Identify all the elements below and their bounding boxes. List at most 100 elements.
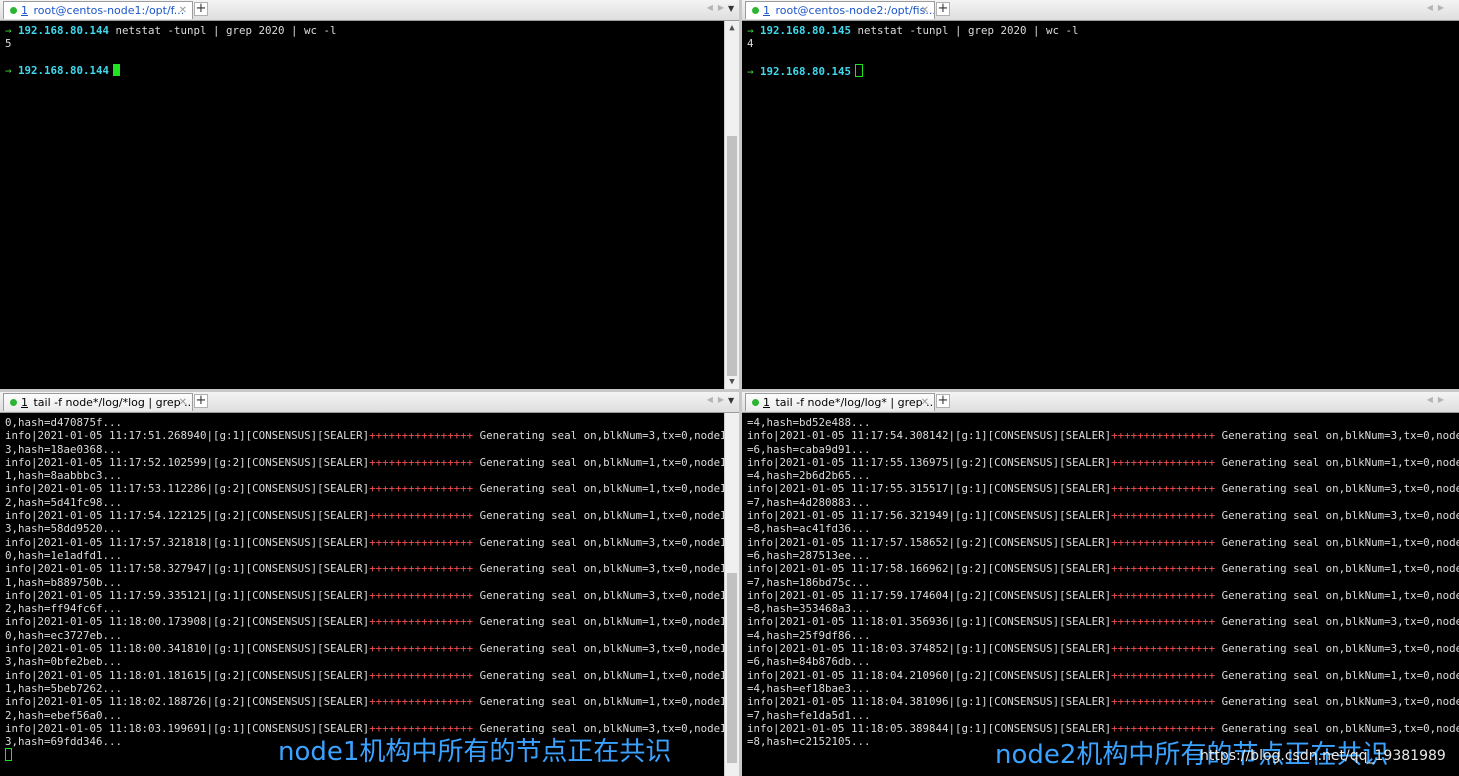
new-tab-button[interactable]: + [194,394,208,408]
log-nodeidx: 8 [753,522,761,536]
log-nodeidx: 1 [5,469,12,483]
log-group: 2 [232,695,240,709]
log-plus-marks: ++++++++++++++++ [369,695,474,709]
log-module: [CONSENSUS][SEALER] [245,455,370,469]
log-hash: 1e1adfd1... [50,548,123,562]
log-message: Generating seal on,blkNum= [1215,695,1391,709]
log-plus-marks: ++++++++++++++++ [369,562,474,576]
vertical-scrollbar[interactable] [724,413,739,776]
log-message: Generating seal on,blkNum= [1215,455,1391,469]
log-group: 1 [974,509,982,523]
scrollbar-thumb[interactable] [727,136,737,376]
terminal-cursor [5,748,12,762]
log-nodeidx: 1 [5,575,12,589]
terminal-output[interactable]: → 192.168.80.144 netstat -tunpl | grep 2… [0,21,739,389]
log-message: Generating seal on,blkNum= [473,721,649,735]
log-line: =8,hash=ac41fd36... [747,522,871,536]
log-plus-marks: ++++++++++++++++ [369,668,474,682]
log-line: info|2021-01-05 11:17:53.112286|[g:2][CO… [5,482,739,495]
tab-scroll-arrows-icon[interactable]: ◀▶ [707,3,729,12]
terminal-output[interactable]: =4,hash=bd52e488... info|2021-01-05 11:17… [742,413,1459,776]
new-tab-button[interactable]: + [936,2,950,16]
log-message: Generating seal on,blkNum= [473,695,649,709]
log-line: =6,hash=caba9d91... [747,442,871,456]
log-hash: 0bfe2beb... [50,655,123,669]
log-module: [CONSENSUS][SEALER] [245,642,370,656]
scrollbar-thumb[interactable] [727,573,737,763]
log-time: 2021-01-05 11:18:04.210960 [779,668,949,682]
log-line: info|2021-01-05 11:17:52.102599|[g:2][CO… [5,456,739,469]
log-plus-marks: ++++++++++++++++ [1111,482,1216,496]
command-output [5,51,12,64]
log-hash: fe1da5d1... [799,708,871,722]
log-hash: ebef56a0... [50,708,123,722]
log-time: 2021-01-05 11:17:59.174604 [779,588,949,602]
log-line: 2,hash=ff94fc6f... [5,602,123,616]
prompt-arrow-icon: → [5,24,19,37]
log-hash: b889750b... [50,575,123,589]
close-tab-icon[interactable]: ✕ [179,2,187,19]
log-plus-marks: ++++++++++++++++ [1111,588,1216,602]
log-line: info|2021-01-05 11:18:02.188726|[g:2][CO… [5,695,739,708]
tab-scroll-arrows-icon[interactable]: ◀▶ [707,395,729,404]
close-tab-icon[interactable]: ✕ [921,394,929,411]
terminal-line [5,51,337,64]
close-tab-icon[interactable]: ✕ [921,2,929,19]
log-time: 2021-01-05 11:17:53.112286 [37,482,207,496]
tab-scroll-arrows-icon[interactable]: ◀▶ [1427,3,1449,12]
log-nodeidx: 6 [753,548,761,562]
log-message: Generating seal on,blkNum= [473,509,649,523]
log-module: [CONSENSUS][SEALER] [987,562,1112,576]
log-time: 2021-01-05 11:17:59.335121 [37,588,207,602]
command-text: netstat -tunpl | grep 2020 | wc -l [851,24,1079,37]
scroll-up-icon[interactable]: ▲ [725,21,739,35]
pane-menu-icon[interactable]: ▼ [728,396,734,405]
log-line: info|2021-01-05 11:17:57.321818|[g:1][CO… [5,536,739,549]
terminal-pane-node2-log[interactable]: 1 tail -f node*/log/log* | grep ... ✕ + … [742,392,1459,776]
log-level: info [747,429,774,443]
log-plus-marks: ++++++++++++++++ [369,429,474,443]
log-group: 1 [974,642,982,656]
log-group: 1 [232,429,240,443]
pane-menu-icon[interactable]: ▼ [728,4,734,13]
new-tab-button[interactable]: + [194,2,208,16]
log-time: 2021-01-05 11:18:00.173908 [37,615,207,629]
log-line: info|2021-01-05 11:18:01.181615|[g:2][CO… [5,669,739,682]
terminal-pane-node1-log[interactable]: 1 tail -f node*/log/*log | grep ... ✕ + … [0,392,739,776]
vertical-scrollbar[interactable]: ▲ ▼ [724,21,739,389]
log-level: info [5,642,32,656]
log-message: Generating seal on,blkNum= [473,535,649,549]
tab-node1-shell[interactable]: 1 root@centos-node1:/opt/f... ✕ [3,1,193,19]
tab-node1-log[interactable]: 1 tail -f node*/log/*log | grep ... ✕ [3,393,193,411]
terminal-lines: → 192.168.80.145 netstat -tunpl | grep 2… [747,24,1079,78]
log-nodeidx: 1 [5,681,12,695]
terminal-lines: =4,hash=bd52e488... info|2021-01-05 11:17… [747,416,1459,748]
log-message: Generating seal on,blkNum= [473,455,649,469]
log-group: 1 [974,482,982,496]
tab-node2-log[interactable]: 1 tail -f node*/log/log* | grep ... ✕ [745,393,935,411]
log-nodeidx: 3 [5,735,12,749]
log-tx: ,tx=0,nodeIdx [1397,509,1459,523]
terminal-cursor [855,63,864,77]
log-group: 1 [232,588,240,602]
log-group: 1 [232,562,240,576]
log-module: [CONSENSUS][SEALER] [987,588,1112,602]
terminal-output[interactable]: → 192.168.80.145 netstat -tunpl | grep 2… [742,21,1459,389]
terminal-output[interactable]: 0,hash=d470875f... info|2021-01-05 11:17:… [0,413,739,776]
close-tab-icon[interactable]: ✕ [179,394,187,411]
terminal-pane-node1-shell[interactable]: 1 root@centos-node1:/opt/f... ✕ + ◀▶ → 1… [0,0,739,389]
log-plus-marks: ++++++++++++++++ [1111,668,1216,682]
log-nodeidx: 0 [5,628,12,642]
terminal-pane-node2-shell[interactable]: 1 root@centos-node2:/opt/fis... ✕ + ◀▶ →… [742,0,1459,389]
log-level: info [747,509,774,523]
log-tx: ,tx=0,nodeIdx [1397,482,1459,496]
tab-scroll-arrows-icon[interactable]: ◀▶ [1427,395,1449,404]
log-line: 2,hash=5d41fc98... [5,495,123,509]
scroll-down-icon[interactable]: ▼ [725,375,739,389]
new-tab-button[interactable]: + [936,394,950,408]
tab-node2-shell[interactable]: 1 root@centos-node2:/opt/fis... ✕ [745,1,935,19]
log-level: info [5,615,32,629]
log-line: =4,hash=2b6d2b65... [747,469,871,483]
log-nodeidx: 7 [753,495,761,509]
log-line: info|2021-01-05 11:18:01.356936|[g:1][CO… [747,615,1459,628]
